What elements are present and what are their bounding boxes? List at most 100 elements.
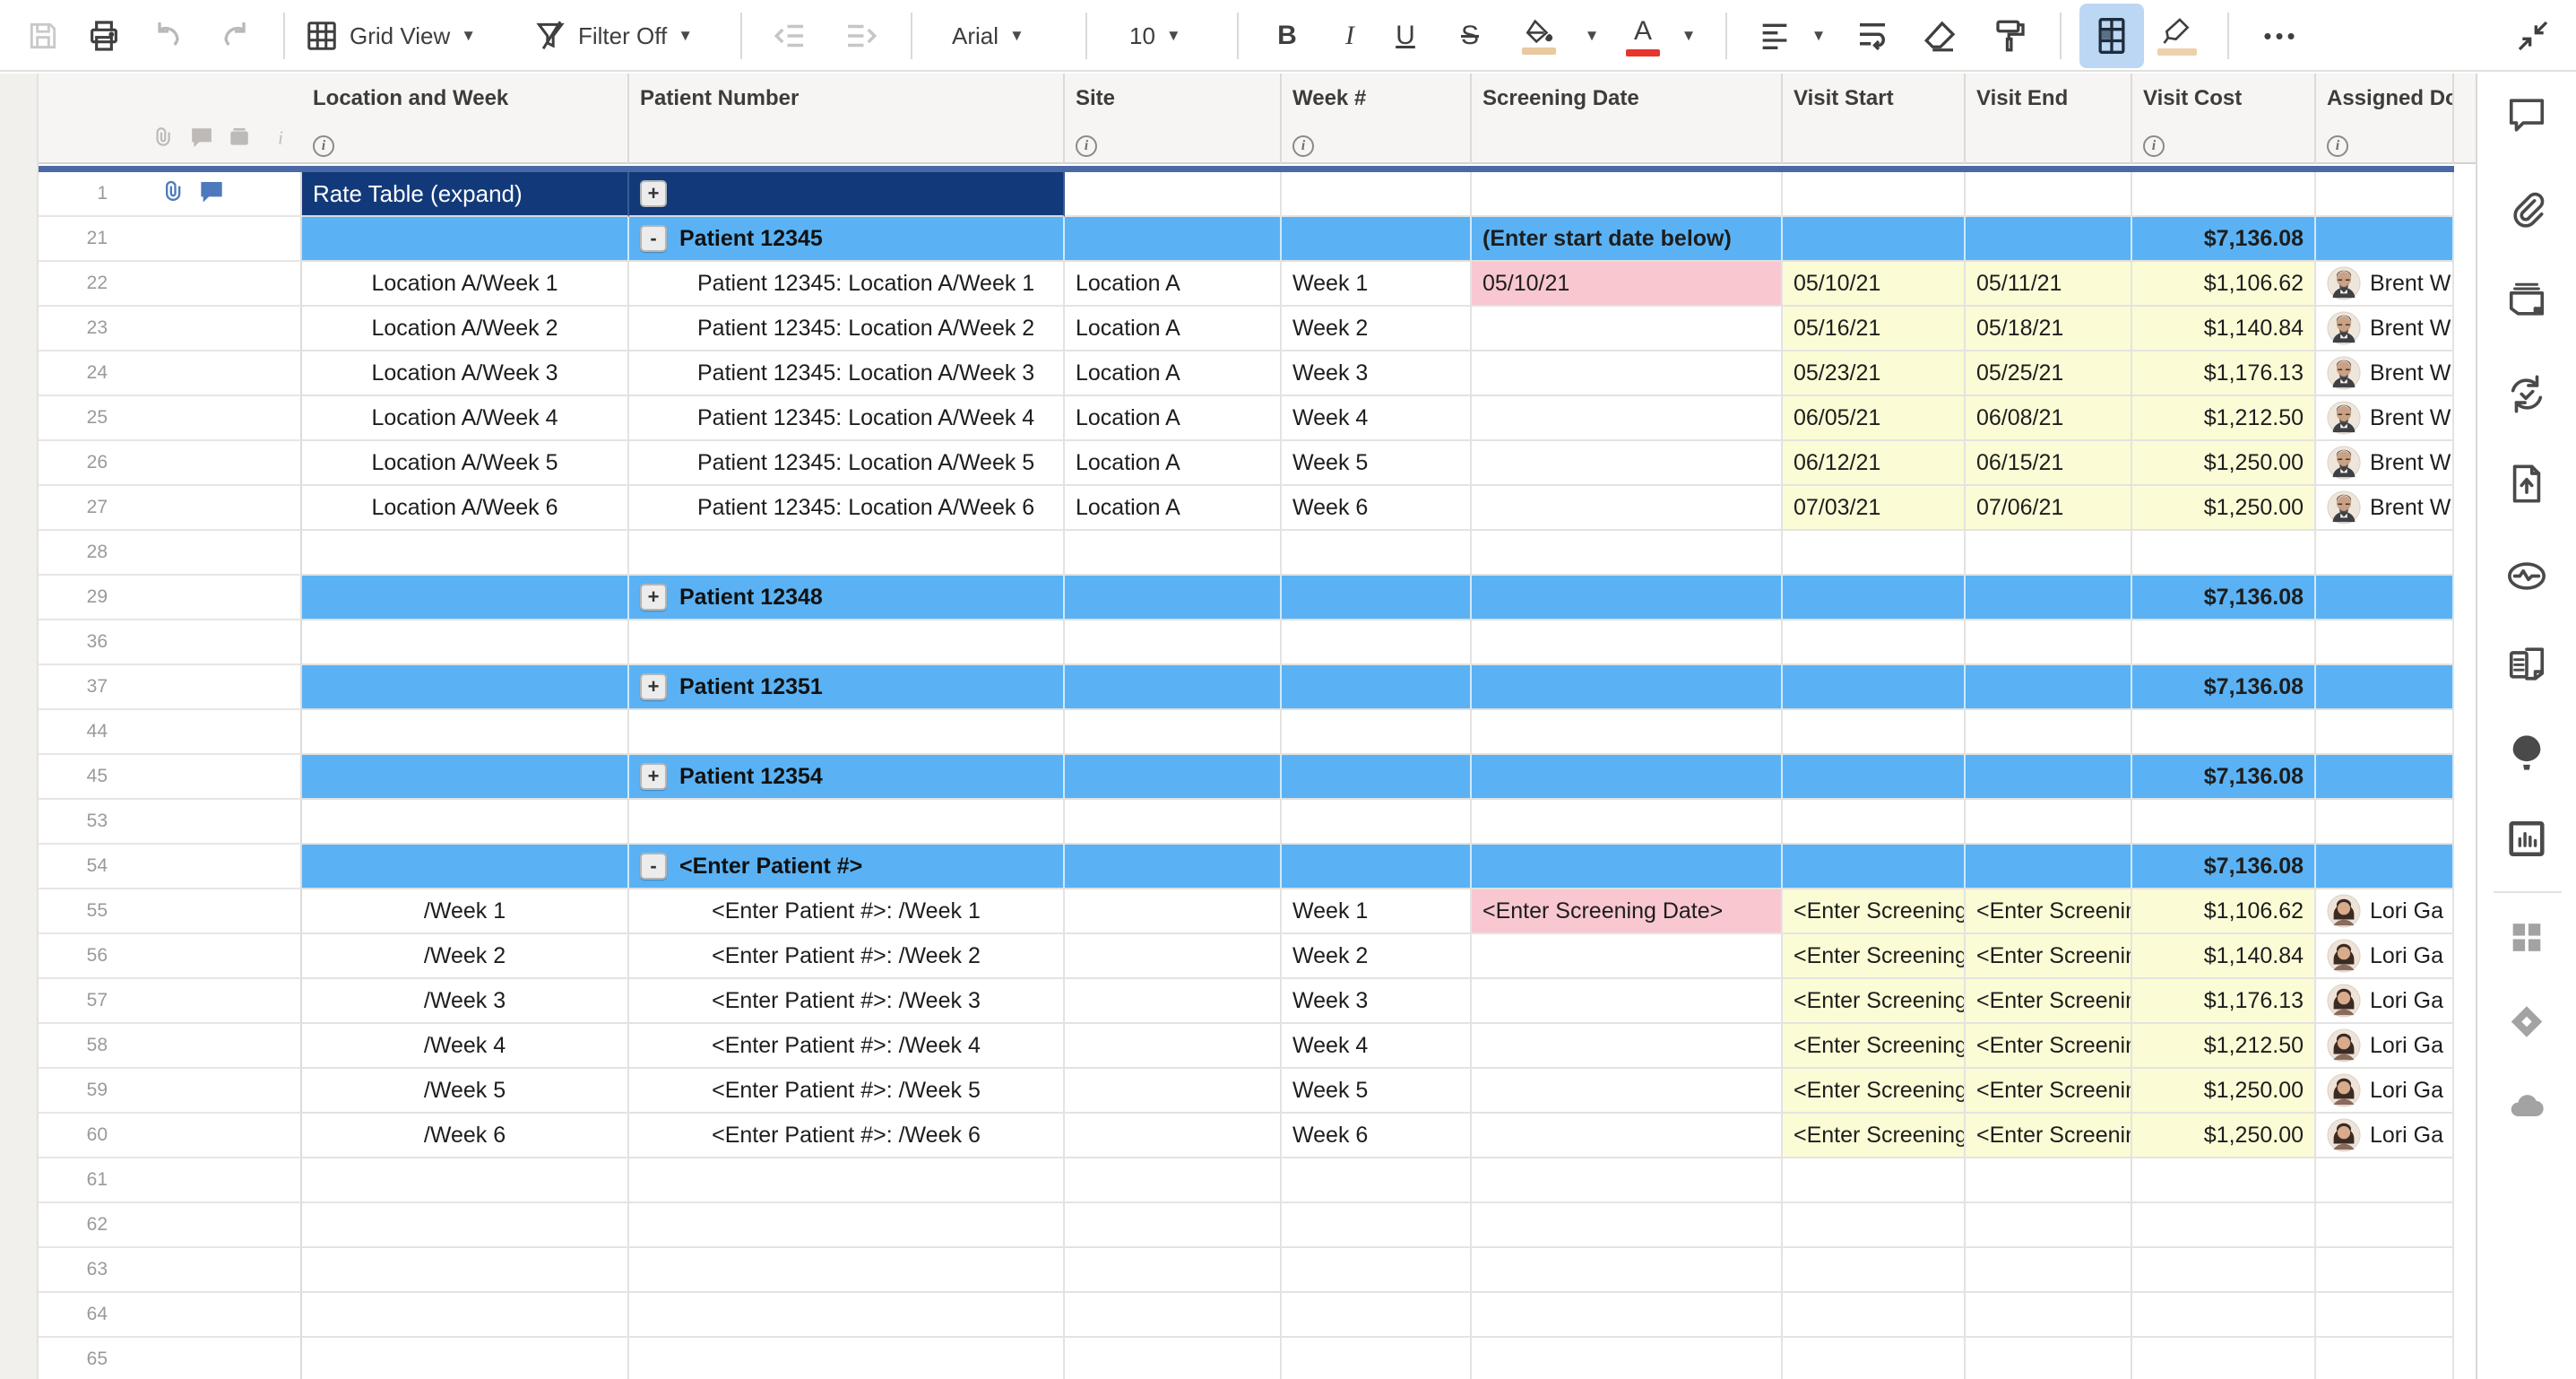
column-header-visit-cost[interactable]: Visit Costi — [2132, 74, 2316, 164]
visit-cost-cell[interactable]: $1,176.13 — [2132, 351, 2316, 396]
group-visit-cost-cell[interactable]: $7,136.08 — [2132, 755, 2316, 800]
visit-start-cell[interactable]: <Enter Screening Date> — [1783, 1069, 1966, 1114]
charts-panel-button[interactable] — [2506, 819, 2547, 864]
site-cell[interactable]: Location A — [1065, 396, 1282, 441]
location-week-cell[interactable]: Location A/Week 6 — [302, 486, 629, 531]
screening-note-cell[interactable] — [1472, 576, 1783, 620]
screening-note-cell[interactable] — [1472, 755, 1783, 800]
parent-row-cell[interactable] — [2316, 576, 2454, 620]
empty-cell[interactable] — [302, 1338, 629, 1379]
row-info-column-icon[interactable]: i — [269, 126, 292, 153]
visit-cost-cell[interactable]: $1,140.84 — [2132, 934, 2316, 979]
empty-cell[interactable] — [1282, 1248, 1472, 1293]
row-number-cell[interactable]: 36 — [39, 620, 302, 665]
parent-row-cell[interactable] — [1065, 576, 1282, 620]
parent-row-cell[interactable] — [1065, 755, 1282, 800]
row-number-cell[interactable]: 1 — [39, 172, 302, 217]
row-number-cell[interactable]: 64 — [39, 1293, 302, 1338]
site-cell[interactable]: Location A — [1065, 307, 1282, 351]
patient-number-cell[interactable]: Patient 12345: Location A/Week 4 — [629, 396, 1065, 441]
visit-cost-cell[interactable]: $1,212.50 — [2132, 396, 2316, 441]
empty-cell[interactable] — [2132, 531, 2316, 576]
patient-number-cell[interactable]: <Enter Patient #>: /Week 4 — [629, 1024, 1065, 1069]
empty-cell[interactable] — [1783, 1338, 1966, 1379]
column-info-icon[interactable]: i — [2327, 135, 2348, 157]
parent-row-cell[interactable] — [1966, 755, 2132, 800]
week-number-cell[interactable]: Week 3 — [1282, 351, 1472, 396]
screening-date-cell[interactable] — [1472, 441, 1783, 486]
visit-start-cell[interactable]: 05/23/21 — [1783, 351, 1966, 396]
visit-end-cell[interactable]: 06/08/21 — [1966, 396, 2132, 441]
location-week-cell[interactable]: /Week 3 — [302, 979, 629, 1024]
empty-cell[interactable] — [1065, 1293, 1282, 1338]
row-number-cell[interactable]: 21 — [39, 217, 302, 262]
patient-number-cell[interactable]: Patient 12345: Location A/Week 2 — [629, 307, 1065, 351]
patient-number-cell[interactable]: <Enter Patient #>: /Week 5 — [629, 1069, 1065, 1114]
week-number-cell[interactable]: Week 6 — [1282, 486, 1472, 531]
visit-start-cell[interactable]: <Enter Screening Date> — [1783, 934, 1966, 979]
group-visit-cost-cell[interactable]: $7,136.08 — [2132, 576, 2316, 620]
screening-date-cell[interactable] — [1472, 307, 1783, 351]
empty-cell[interactable] — [1966, 620, 2132, 665]
parent-row-cell[interactable] — [2316, 755, 2454, 800]
empty-cell[interactable] — [1472, 1338, 1783, 1379]
assigned-doctor-cell[interactable]: Brent W — [2316, 486, 2454, 531]
column-header-week-[interactable]: Week #i — [1282, 74, 1472, 164]
assigned-doctor-cell[interactable]: Brent W — [2316, 262, 2454, 307]
patient-number-cell[interactable]: <Enter Patient #>: /Week 2 — [629, 934, 1065, 979]
expand-toggle[interactable]: + — [640, 180, 667, 207]
empty-cell[interactable] — [1472, 710, 1783, 755]
assigned-doctor-cell[interactable]: Brent W — [2316, 396, 2454, 441]
empty-cell[interactable] — [1065, 1248, 1282, 1293]
empty-cell[interactable] — [1966, 172, 2132, 217]
visit-start-cell[interactable]: 05/16/21 — [1783, 307, 1966, 351]
screening-date-cell[interactable]: <Enter Screening Date> — [1472, 889, 1783, 934]
comment-column-icon[interactable] — [190, 126, 213, 153]
row-number-cell[interactable]: 23 — [39, 307, 302, 351]
empty-cell[interactable] — [1783, 1248, 1966, 1293]
empty-cell[interactable] — [1783, 172, 1966, 217]
empty-cell[interactable] — [1783, 1203, 1966, 1248]
empty-cell[interactable] — [1783, 800, 1966, 845]
row-number-cell[interactable]: 63 — [39, 1248, 302, 1293]
row-number-cell[interactable]: 22 — [39, 262, 302, 307]
empty-cell[interactable] — [302, 1248, 629, 1293]
site-cell[interactable] — [1065, 1024, 1282, 1069]
align-button[interactable] — [1750, 7, 1800, 65]
row-number-cell[interactable]: 60 — [39, 1114, 302, 1158]
empty-cell[interactable] — [2132, 710, 2316, 755]
proofs-panel-button[interactable] — [2506, 280, 2547, 325]
empty-cell[interactable] — [2132, 172, 2316, 217]
empty-cell[interactable] — [1472, 1203, 1783, 1248]
parent-row-cell[interactable] — [302, 217, 629, 262]
visit-cost-cell[interactable]: $1,250.00 — [2132, 441, 2316, 486]
empty-cell[interactable] — [1966, 800, 2132, 845]
empty-cell[interactable] — [1282, 172, 1472, 217]
activity-log-panel-button[interactable] — [2506, 556, 2547, 602]
font-color-button[interactable]: A — [1617, 7, 1669, 65]
row-number-cell[interactable]: 26 — [39, 441, 302, 486]
screening-date-cell[interactable] — [1472, 486, 1783, 531]
empty-cell[interactable] — [2316, 1158, 2454, 1203]
screening-note-cell[interactable] — [1472, 665, 1783, 710]
patient-number-cell[interactable]: Patient 12345: Location A/Week 1 — [629, 262, 1065, 307]
assigned-doctor-cell[interactable]: Lori Ga — [2316, 934, 2454, 979]
row-number-cell[interactable]: 65 — [39, 1338, 302, 1379]
empty-cell[interactable] — [1966, 1338, 2132, 1379]
empty-cell[interactable] — [2316, 1248, 2454, 1293]
row-number-cell[interactable]: 24 — [39, 351, 302, 396]
empty-cell[interactable] — [2132, 620, 2316, 665]
empty-cell[interactable] — [1966, 1293, 2132, 1338]
week-number-cell[interactable]: Week 2 — [1282, 934, 1472, 979]
week-number-cell[interactable]: Week 4 — [1282, 1024, 1472, 1069]
empty-cell[interactable] — [1966, 710, 2132, 755]
visit-start-cell[interactable]: 06/12/21 — [1783, 441, 1966, 486]
assigned-doctor-cell[interactable]: Lori Ga — [2316, 979, 2454, 1024]
site-cell[interactable] — [1065, 1069, 1282, 1114]
empty-cell[interactable] — [1282, 1293, 1472, 1338]
parent-row-cell[interactable] — [1783, 665, 1966, 710]
row-number-cell[interactable]: 55 — [39, 889, 302, 934]
parent-row-cell[interactable] — [1783, 845, 1966, 889]
visit-cost-cell[interactable]: $1,212.50 — [2132, 1024, 2316, 1069]
assigned-doctor-cell[interactable]: Lori Ga — [2316, 1069, 2454, 1114]
